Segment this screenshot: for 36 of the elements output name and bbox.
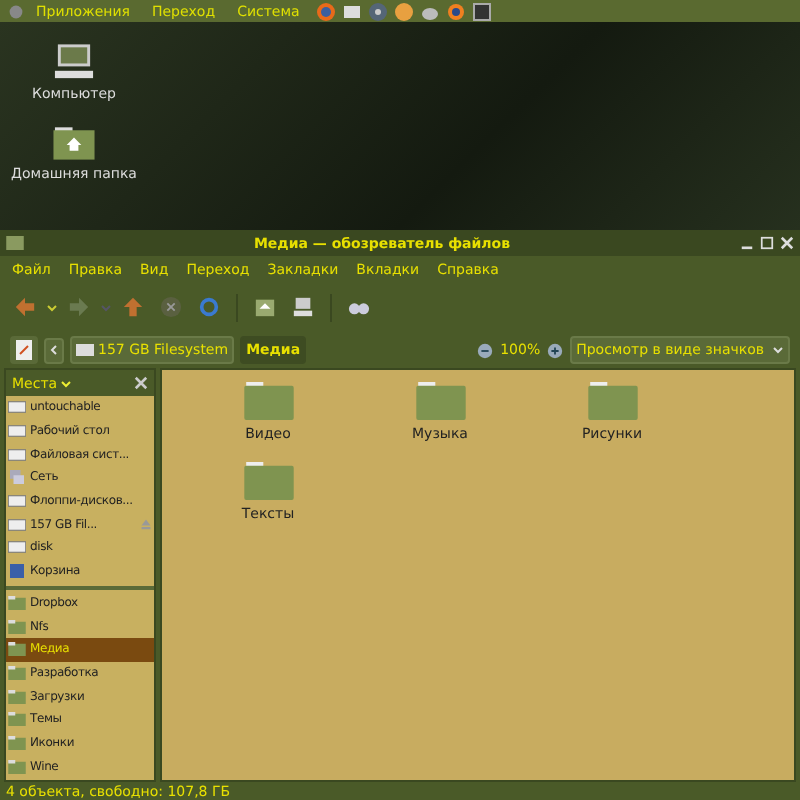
folder-icon [8, 642, 26, 657]
folder-icon [8, 665, 26, 680]
folder-icon [8, 712, 26, 727]
network-icon [8, 470, 26, 485]
up-arrow-icon[interactable] [122, 296, 144, 318]
terminal-icon[interactable] [471, 1, 492, 21]
caret-icon[interactable] [46, 301, 58, 313]
computer-icon[interactable] [292, 296, 314, 318]
folder-icon[interactable] [243, 382, 293, 420]
zoom-in-icon[interactable] [546, 341, 565, 359]
close-icon[interactable] [134, 376, 148, 390]
chevron-left-icon [48, 344, 60, 356]
folder-icon [8, 689, 26, 704]
close-icon[interactable] [780, 236, 794, 250]
notepad-icon[interactable] [10, 336, 38, 364]
folder-icon[interactable] [243, 462, 293, 500]
caret-icon [59, 377, 72, 389]
folder-icon [8, 595, 26, 610]
folder-icon [6, 236, 24, 250]
folder-icon [8, 735, 26, 750]
folder-icon [8, 619, 26, 634]
folder-icon [8, 759, 26, 774]
stop-icon[interactable] [160, 296, 182, 318]
home-folder-icon[interactable] [254, 296, 276, 318]
path-left-button[interactable] [44, 337, 64, 363]
maximize-icon[interactable] [760, 236, 774, 250]
drive-icon [76, 344, 94, 356]
zoom-out-icon[interactable] [476, 341, 495, 359]
disc-icon[interactable] [367, 1, 388, 21]
folder-icon[interactable] [587, 382, 637, 420]
back-arrow-icon[interactable] [14, 296, 36, 318]
caret-icon [772, 344, 784, 356]
folder-icon[interactable] [415, 382, 465, 420]
home-folder-icon[interactable] [52, 122, 96, 162]
trash-icon [8, 564, 26, 579]
computer-icon[interactable] [52, 42, 96, 82]
